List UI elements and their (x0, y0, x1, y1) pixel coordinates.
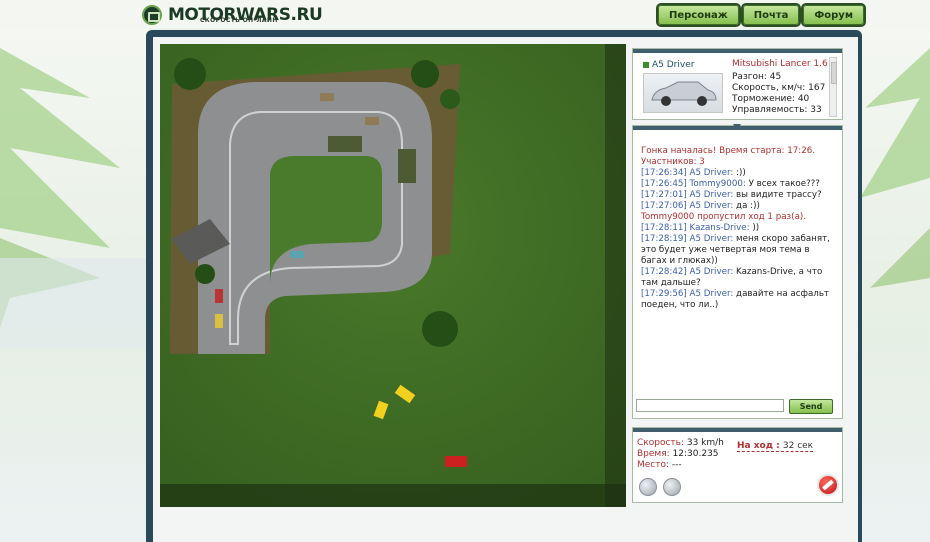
chat-system-message: Участников: 3 (641, 157, 705, 167)
chat-timestamp-author[interactable]: [17:29:56] A5 Driver: (641, 289, 733, 299)
stat-handling: Управляемость: 33 (732, 105, 822, 115)
driver-panel: A5 Driver Mitsubishi Lancer 1.6 Разгон: … (632, 48, 843, 120)
turn-timer: На ход : 32 сек (737, 441, 814, 452)
chat-message-text: да :)) (733, 201, 760, 211)
logo-subtitle: СКОРОСТЬ ОН-ЛАЙН (200, 17, 278, 24)
chat-input[interactable] (636, 399, 784, 412)
nav-mail-button[interactable]: Почта (742, 5, 800, 25)
chat-line: Гонка началась! Время старта: 17:26. (641, 146, 837, 157)
left-decoration (0, 28, 150, 542)
car-model[interactable]: Mitsubishi Lancer 1.6 (732, 59, 828, 69)
chat-message-text: :)) (733, 168, 746, 178)
stat-braking: Торможение: 40 (732, 94, 810, 104)
chat-timestamp-author[interactable]: [17:28:19] A5 Driver: (641, 234, 733, 244)
time-label: Время: (637, 449, 670, 459)
chat-timestamp-author[interactable]: [17:27:06] A5 Driver: (641, 201, 733, 211)
logo-icon (142, 5, 162, 25)
chat-panel: Гонка началась! Время старта: 17:26. Учас… (632, 124, 843, 419)
turn-value: 32 сек (782, 441, 814, 451)
right-decoration (860, 28, 930, 542)
chat-message-text: )) (749, 223, 760, 233)
nav-forum-button[interactable]: Форум (803, 5, 864, 25)
send-button[interactable]: Send (789, 399, 833, 414)
chat-line: Участников: 3 (641, 157, 837, 168)
chat-timestamp-author[interactable]: [17:26:45] Tommy9000: (641, 179, 746, 189)
turn-label: На ход : (737, 441, 780, 451)
wheel-icon[interactable] (663, 478, 681, 496)
flag-icon (643, 62, 649, 68)
stat-top-speed: Скорость, км/ч: 167 (732, 83, 826, 93)
chat-system-message: Tommy9000 пропустил ход 1 раз(а). (641, 212, 807, 222)
car-stats: Разгон: 45 Скорость, км/ч: 167 Торможени… (732, 72, 825, 116)
chat-message-text: вы видите трассу? (733, 190, 822, 200)
chat-line: [17:27:06] A5 Driver: да :)) (641, 201, 837, 212)
driver-name[interactable]: A5 Driver (643, 60, 694, 70)
speed-value: 33 km/h (686, 438, 724, 448)
race-track-canvas (160, 44, 626, 507)
chat-message-text: У всех такое??? (745, 179, 820, 189)
chat-log: Гонка началась! Время старта: 17:26. Учас… (641, 146, 837, 311)
stop-icon[interactable] (817, 474, 839, 496)
chat-system-message: Гонка началась! Время старта: 17:26. (641, 146, 816, 156)
place-label: Место: (637, 460, 670, 470)
chat-line: [17:27:01] A5 Driver: вы видите трассу? (641, 190, 837, 201)
chat-line: Tommy9000 пропустил ход 1 раз(а). (641, 212, 837, 223)
nav-character-button[interactable]: Персонаж (657, 5, 739, 25)
time-value: 12:30.235 (672, 449, 719, 459)
car-image (643, 73, 723, 113)
place-value: --- (671, 460, 682, 470)
driver-panel-scrollbar[interactable] (829, 57, 837, 117)
chat-timestamp-author[interactable]: [17:26:34] A5 Driver: (641, 168, 733, 178)
tank-marker (328, 136, 362, 152)
speed-label: Скорость: (637, 438, 684, 448)
chat-timestamp-author[interactable]: [17:27:01] A5 Driver: (641, 190, 733, 200)
chat-line: [17:28:19] A5 Driver: меня скоро забанят… (641, 234, 837, 267)
top-nav: Персонаж Почта Форум (657, 5, 864, 25)
race-stats: Скорость: 33 km/h Время: 12:30.235 Место… (637, 438, 724, 471)
race-map[interactable] (160, 44, 626, 507)
chat-timestamp-author[interactable]: [17:28:42] A5 Driver: (641, 267, 733, 277)
stat-acceleration: Разгон: 45 (732, 72, 782, 82)
race-status-panel: Скорость: 33 km/h Время: 12:30.235 Место… (632, 427, 843, 503)
chat-line: [17:26:34] A5 Driver: :)) (641, 168, 837, 179)
chat-line: [17:28:42] A5 Driver: Kazans-Drive, а чт… (641, 267, 837, 289)
chat-line: [17:26:45] Tommy9000: У всех такое??? (641, 179, 837, 190)
chat-line: [17:29:56] A5 Driver: давайте на асфальт… (641, 289, 837, 311)
chat-timestamp-author[interactable]: [17:28:11] Kazans-Drive: (641, 223, 750, 233)
chat-line: [17:28:11] Kazans-Drive: )) (641, 223, 837, 234)
lightning-icon[interactable] (639, 478, 657, 496)
